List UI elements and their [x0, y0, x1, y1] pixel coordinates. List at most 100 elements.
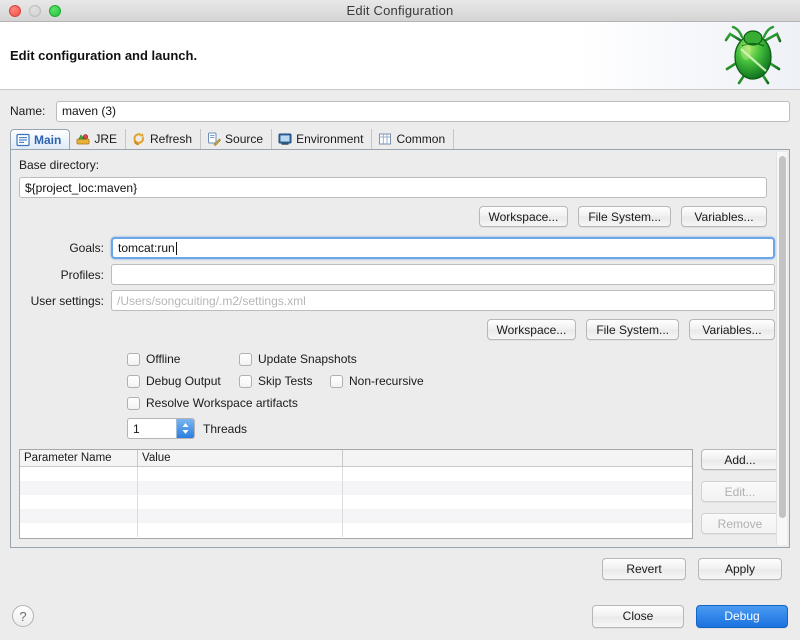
table-row[interactable]: [20, 495, 692, 509]
offline-label: Offline: [146, 352, 181, 366]
revert-apply-row: Revert Apply: [10, 558, 790, 580]
base-directory-input[interactable]: ${project_loc:maven}: [19, 177, 767, 198]
checkbox-resolve-workspace-artifacts[interactable]: Resolve Workspace artifacts: [127, 396, 298, 410]
checkbox-row-1: Offline Update Snapshots: [127, 352, 779, 366]
tab-environment[interactable]: Environment: [272, 129, 373, 149]
checkbox-row-3: Resolve Workspace artifacts: [127, 396, 779, 410]
text-caret: [175, 241, 177, 255]
base-directory-locator-buttons: Workspace... File System... Variables...: [19, 206, 767, 227]
profiles-input[interactable]: [111, 264, 775, 285]
non-recursive-label: Non-recursive: [349, 374, 424, 388]
main-tab-pane: Base directory: ${project_loc:maven} Wor…: [10, 150, 790, 548]
column-header-parameter-name[interactable]: Parameter Name: [20, 450, 138, 466]
tab-source[interactable]: Source: [201, 129, 273, 149]
checkbox-row-2: Debug Output Skip Tests Non-recursive: [127, 374, 779, 388]
title-bar: Edit Configuration: [0, 0, 800, 22]
name-label: Name:: [10, 104, 46, 118]
jre-tab-icon: [76, 132, 90, 146]
parameters-table[interactable]: Parameter Name Value: [19, 449, 693, 539]
update-snapshots-checkbox-box[interactable]: [239, 352, 252, 366]
window-title: Edit Configuration: [346, 3, 454, 18]
options-checkbox-group: Offline Update Snapshots Debug Output Sk: [127, 352, 779, 410]
offline-checkbox-box[interactable]: [127, 352, 140, 366]
tab-main-label: Main: [34, 132, 62, 147]
resolve-workspace-artifacts-checkbox-box[interactable]: [127, 396, 140, 410]
table-row[interactable]: [20, 467, 692, 481]
debug-output-label: Debug Output: [146, 374, 221, 388]
column-header-extra[interactable]: [343, 450, 692, 466]
profiles-row: Profiles:: [19, 264, 775, 285]
update-snapshots-label: Update Snapshots: [258, 352, 357, 366]
skip-tests-label: Skip Tests: [258, 374, 313, 388]
table-row[interactable]: [20, 523, 692, 537]
tab-refresh[interactable]: Refresh: [126, 129, 202, 149]
settings-workspace-button[interactable]: Workspace...: [486, 319, 577, 340]
pane-scrollbar[interactable]: [776, 152, 787, 545]
user-settings-placeholder: /Users/songcuiting/.m2/settings.xml: [117, 293, 306, 308]
remove-parameter-button: Remove: [701, 513, 779, 534]
tab-jre[interactable]: JRE: [70, 129, 127, 149]
threads-stepper-arrows[interactable]: [176, 419, 194, 438]
close-button[interactable]: Close: [592, 604, 684, 628]
user-settings-row: User settings: /Users/songcuiting/.m2/se…: [19, 290, 775, 311]
tab-bar: Main JRE Refresh Source Environment Comm…: [10, 129, 790, 150]
user-settings-input[interactable]: /Users/songcuiting/.m2/settings.xml: [111, 290, 775, 311]
refresh-tab-icon: [132, 132, 146, 146]
profiles-label: Profiles:: [60, 267, 104, 282]
tab-environment-label: Environment: [296, 132, 364, 146]
table-row[interactable]: [20, 481, 692, 495]
checkbox-skip-tests[interactable]: Skip Tests: [239, 374, 330, 388]
base-variables-button[interactable]: Variables...: [681, 206, 767, 227]
settings-file-system-button[interactable]: File System...: [586, 319, 679, 340]
dialog-footer: ? Close Debug: [0, 592, 800, 640]
threads-label: Threads: [203, 421, 248, 436]
checkbox-debug-output[interactable]: Debug Output: [127, 374, 239, 388]
goals-row: Goals: tomcat:run: [19, 237, 775, 259]
parameters-section: Parameter Name Value Add... Edit... Remo…: [19, 449, 779, 539]
settings-variables-button[interactable]: Variables...: [689, 319, 775, 340]
parameters-table-header: Parameter Name Value: [20, 450, 692, 467]
add-parameter-button[interactable]: Add...: [701, 449, 779, 470]
threads-stepper[interactable]: 1: [127, 418, 195, 439]
non-recursive-checkbox-box[interactable]: [330, 374, 343, 388]
checkbox-update-snapshots[interactable]: Update Snapshots: [239, 352, 357, 366]
common-tab-icon: [378, 132, 392, 146]
goals-input[interactable]: tomcat:run: [111, 237, 775, 259]
footer-buttons: Close Debug: [592, 604, 788, 628]
dialog-header: Edit configuration and launch.: [0, 22, 800, 90]
goals-input-value: tomcat:run: [118, 241, 175, 255]
apply-button[interactable]: Apply: [698, 558, 782, 580]
debug-button[interactable]: Debug: [696, 604, 788, 628]
pane-scrollbar-thumb[interactable]: [779, 156, 786, 518]
skip-tests-checkbox-box[interactable]: [239, 374, 252, 388]
column-header-value[interactable]: Value: [138, 450, 343, 466]
goals-label: Goals:: [69, 241, 104, 255]
revert-button[interactable]: Revert: [602, 558, 686, 580]
debug-output-checkbox-box[interactable]: [127, 374, 140, 388]
edit-configuration-dialog: Edit Configuration Edit configuration an…: [0, 0, 800, 640]
user-settings-label: User settings:: [30, 293, 104, 308]
checkbox-offline[interactable]: Offline: [127, 352, 239, 366]
tab-jre-label: JRE: [94, 132, 118, 146]
threads-value[interactable]: 1: [128, 419, 176, 438]
dialog-body: Name: maven (3) Main JRE Refresh Source …: [0, 90, 800, 640]
name-input[interactable]: maven (3): [56, 100, 790, 122]
checkbox-non-recursive[interactable]: Non-recursive: [330, 374, 424, 388]
base-file-system-button[interactable]: File System...: [578, 206, 671, 227]
table-row[interactable]: [20, 509, 692, 523]
header-title: Edit configuration and launch.: [10, 48, 198, 63]
edit-parameter-button: Edit...: [701, 481, 779, 502]
tab-common-label: Common: [396, 132, 446, 146]
tab-common[interactable]: Common: [372, 129, 455, 149]
main-tab-icon: [16, 133, 30, 147]
resolve-workspace-artifacts-label: Resolve Workspace artifacts: [146, 396, 298, 410]
help-icon[interactable]: ?: [12, 605, 34, 627]
debug-bug-icon: [720, 24, 786, 91]
chevron-updown-icon: [182, 423, 189, 434]
tab-source-label: Source: [225, 132, 264, 146]
base-workspace-button[interactable]: Workspace...: [478, 206, 569, 227]
user-settings-locator-buttons: Workspace... File System... Variables...: [19, 319, 775, 340]
parameters-table-buttons: Add... Edit... Remove: [701, 449, 779, 539]
tab-main[interactable]: Main: [10, 129, 71, 149]
parameters-table-body[interactable]: [20, 467, 692, 538]
